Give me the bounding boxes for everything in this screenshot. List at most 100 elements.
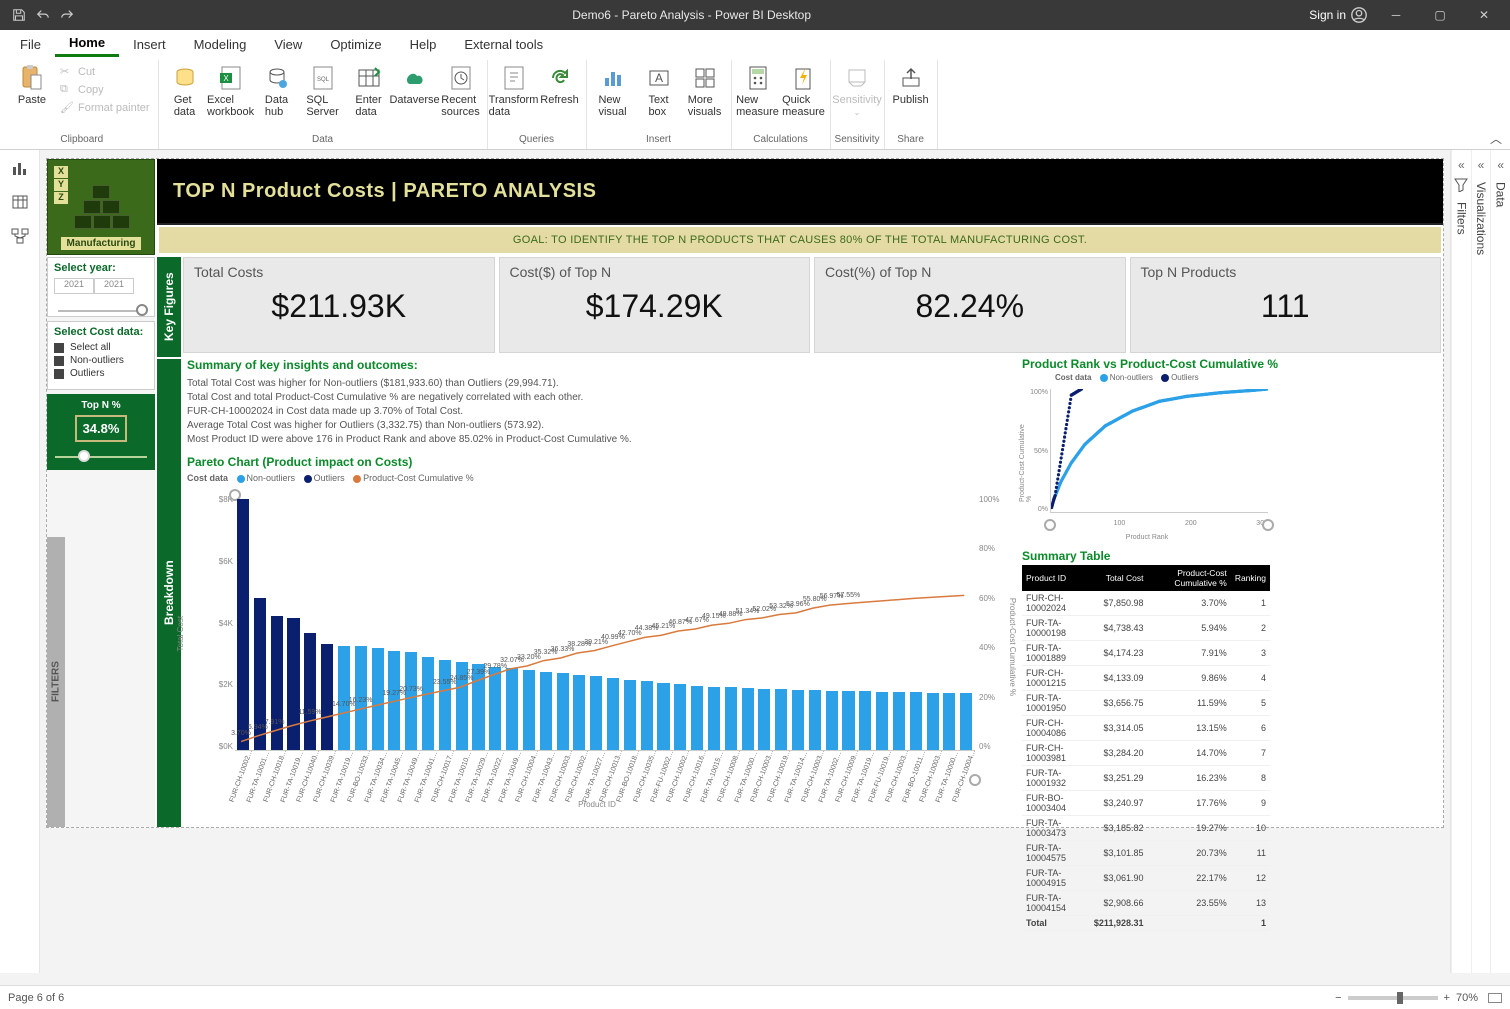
kpi-total-costs[interactable]: Total Costs$211.93K <box>183 257 495 353</box>
funnel-icon <box>1454 178 1468 192</box>
table-icon <box>355 64 383 92</box>
new-measure-button[interactable]: New measure <box>736 60 780 132</box>
tab-external[interactable]: External tools <box>450 33 557 56</box>
textbox-icon: A <box>645 64 673 92</box>
report-view-icon[interactable] <box>10 158 30 178</box>
tab-home[interactable]: Home <box>55 31 119 57</box>
svg-text:X: X <box>223 74 229 83</box>
breakdown-label: Breakdown <box>157 359 181 827</box>
zoom-in-button[interactable]: + <box>1444 992 1450 1004</box>
dataverse-icon <box>401 64 429 92</box>
sql-icon: SQL <box>309 64 337 92</box>
signin-button[interactable]: Sign in <box>1309 6 1378 24</box>
checkbox-select-all[interactable]: Select all <box>54 342 148 353</box>
excel-button[interactable]: XExcel workbook <box>209 60 253 132</box>
data-view-icon[interactable] <box>10 192 30 212</box>
fit-page-icon[interactable] <box>1488 993 1502 1003</box>
undo-icon[interactable] <box>36 8 50 22</box>
save-icon[interactable] <box>12 8 26 22</box>
visualizations-pane[interactable]: « Visualizations <box>1471 150 1491 973</box>
minimize-icon[interactable]: ─ <box>1378 0 1414 30</box>
refresh-button[interactable]: Refresh <box>538 60 582 132</box>
transform-button[interactable]: Transform data <box>492 60 536 132</box>
summary-table-title: Summary Table <box>1022 549 1110 563</box>
new-visual-button[interactable]: New visual <box>591 60 635 132</box>
maximize-icon[interactable]: ▢ <box>1422 0 1458 30</box>
tab-file[interactable]: File <box>6 33 55 56</box>
data-hub-button[interactable]: Data hub <box>255 60 299 132</box>
rank-chart[interactable]: Product-Cost Cumulative % 100%50%0% 0100… <box>1022 385 1272 541</box>
tab-view[interactable]: View <box>260 33 316 56</box>
svg-text:A: A <box>655 71 663 85</box>
rank-scroll-left[interactable] <box>1044 519 1056 531</box>
kpi-top-n-products[interactable]: Top N Products111 <box>1130 257 1442 353</box>
checkbox-non-outliers[interactable]: Non-outliers <box>54 355 148 366</box>
paste-button[interactable]: Paste <box>10 60 54 132</box>
window-title: Demo6 - Pareto Analysis - Power BI Deskt… <box>74 8 1309 22</box>
database-icon <box>171 64 199 92</box>
chevron-left-icon[interactable]: « <box>1478 158 1485 172</box>
pareto-scroll-right[interactable] <box>969 774 981 786</box>
model-view-icon[interactable] <box>10 226 30 246</box>
kpi-pct-top-n[interactable]: Cost(%) of Top N82.24% <box>814 257 1126 353</box>
summary-table[interactable]: Product IDTotal CostProduct-Cost Cumulat… <box>1022 565 1270 817</box>
ribbon-collapse-icon[interactable]: ︿ <box>1482 130 1510 149</box>
pareto-legend: Cost data Non-outliers Outliers Product-… <box>187 473 474 483</box>
tab-optimize[interactable]: Optimize <box>316 33 395 56</box>
logo-text: Manufacturing <box>61 237 142 250</box>
chevron-left-icon[interactable]: « <box>1458 158 1465 172</box>
ribbon-tabs: File Home Insert Modeling View Optimize … <box>0 30 1510 58</box>
copy-icon: ⧉ <box>60 83 74 97</box>
brush-icon: 🖌 <box>60 101 74 115</box>
svg-text:SQL: SQL <box>317 77 330 83</box>
paste-icon <box>18 64 46 92</box>
rank-legend: Cost data Non-outliers Outliers <box>1055 373 1199 382</box>
top-n-slicer[interactable]: Top N % 34.8% <box>47 394 155 470</box>
close-icon[interactable]: ✕ <box>1466 0 1502 30</box>
enter-data-button[interactable]: Enter data <box>347 60 391 132</box>
logo-block: X Y Z Manufacturing <box>47 159 155 255</box>
group-label: Data <box>312 132 333 149</box>
more-visuals-button[interactable]: More visuals <box>683 60 727 132</box>
sql-server-button[interactable]: SQLSQL Server <box>301 60 345 132</box>
get-data-button[interactable]: Get data <box>163 60 207 132</box>
tab-modeling[interactable]: Modeling <box>180 33 261 56</box>
year-slicer[interactable]: Select year: 20212021 <box>47 257 155 317</box>
zoom-value: 70% <box>1456 992 1478 1004</box>
zoom-slider[interactable] <box>1348 996 1438 1000</box>
group-label: Queries <box>519 132 554 149</box>
dataverse-button[interactable]: Dataverse <box>393 60 437 132</box>
summary-text[interactable]: Summary of key insights and outcomes: To… <box>187 357 947 447</box>
year-slider-knob[interactable] <box>136 304 148 316</box>
rank-scroll-right[interactable] <box>1262 519 1274 531</box>
format-painter-button[interactable]: 🖌Format painter <box>56 100 154 116</box>
cut-button[interactable]: ✂Cut <box>56 64 154 80</box>
zoom-out-button[interactable]: − <box>1335 992 1341 1004</box>
text-box-button[interactable]: AText box <box>637 60 681 132</box>
report-canvas[interactable]: X Y Z Manufacturing TOP N Product Costs … <box>46 158 1444 828</box>
quick-measure-button[interactable]: Quick measure <box>782 60 826 132</box>
filters-pane[interactable]: « Filters <box>1451 150 1471 973</box>
pareto-chart[interactable]: Total Cost $8K$6K$4K$2K$0K 100%80%60%40%… <box>187 487 1007 807</box>
group-label: Calculations <box>753 132 807 149</box>
cost-data-slicer[interactable]: Select Cost data: Select all Non-outlier… <box>47 321 155 390</box>
filters-side-label: FILTERS <box>47 537 65 827</box>
redo-icon[interactable] <box>60 8 74 22</box>
chevron-left-icon[interactable]: « <box>1497 158 1504 172</box>
copy-button[interactable]: ⧉Copy <box>56 82 154 98</box>
publish-button[interactable]: Publish <box>889 60 933 132</box>
recent-sources-button[interactable]: Recent sources <box>439 60 483 132</box>
calculator-icon <box>744 64 772 92</box>
recent-icon <box>447 64 475 92</box>
checkbox-outliers[interactable]: Outliers <box>54 368 148 379</box>
sensitivity-button[interactable]: Sensitivity⌄ <box>835 60 879 132</box>
kpi-cost-top-n[interactable]: Cost($) of Top N$174.29K <box>499 257 811 353</box>
group-label: Clipboard <box>60 132 103 149</box>
transform-icon <box>500 64 528 92</box>
key-figures-label: Key Figures <box>157 257 181 357</box>
tab-insert[interactable]: Insert <box>119 33 180 56</box>
group-label: Share <box>897 132 924 149</box>
tab-help[interactable]: Help <box>396 33 451 56</box>
data-pane[interactable]: « Data <box>1490 150 1510 973</box>
topn-slider-knob[interactable] <box>78 450 90 462</box>
